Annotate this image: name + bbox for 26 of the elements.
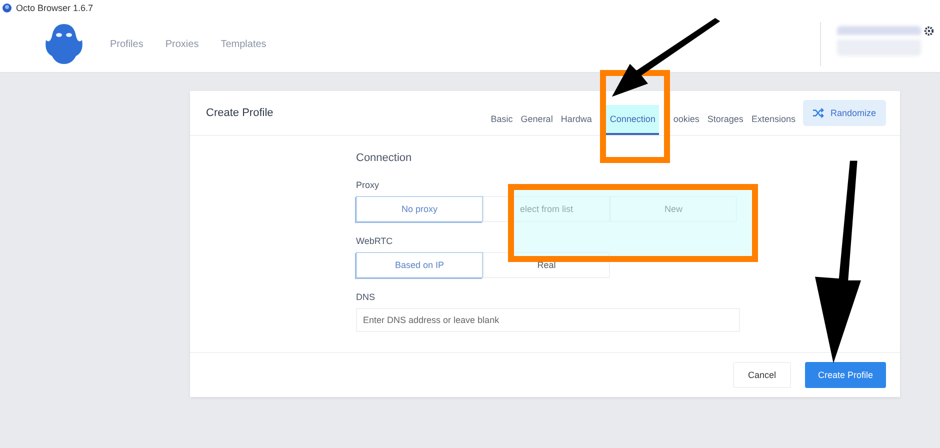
- tab[interactable]: General: [516, 105, 557, 135]
- tab[interactable]: Storages: [703, 105, 748, 135]
- tab[interactable]: Extensions: [747, 105, 800, 135]
- window-title: Octo Browser 1.6.7: [16, 3, 94, 13]
- nav-link[interactable]: Profiles: [110, 38, 144, 50]
- app-logo-icon: [2, 3, 12, 13]
- cancel-button[interactable]: Cancel: [732, 362, 791, 388]
- segment-option[interactable]: Based on IP: [356, 252, 483, 278]
- field-label: Proxy: [356, 180, 380, 190]
- settings-icon[interactable]: [924, 26, 934, 36]
- field-label: DNS: [356, 292, 376, 302]
- nav-link[interactable]: Templates: [220, 38, 266, 50]
- section-heading: Connection: [356, 152, 413, 164]
- tab[interactable]: Hardwa: [556, 105, 596, 135]
- field-label: WebRTC: [356, 236, 394, 246]
- nav-link[interactable]: Proxies: [165, 38, 199, 50]
- segment-option[interactable]: No proxy: [356, 196, 483, 222]
- shuffle-icon: [813, 108, 824, 118]
- tab[interactable]: Basic: [486, 105, 517, 135]
- create-profile-button[interactable]: Create Profile: [804, 362, 886, 388]
- dialog-title: Create Profile: [206, 107, 274, 119]
- dns-input-field[interactable]: Enter DNS address or leave blank: [356, 308, 740, 332]
- tab[interactable]: ookies: [669, 105, 704, 135]
- randomize-button[interactable]: Randomize: [803, 100, 886, 126]
- segment-option[interactable]: Real: [483, 252, 610, 278]
- tab[interactable]: Connection: [606, 105, 660, 135]
